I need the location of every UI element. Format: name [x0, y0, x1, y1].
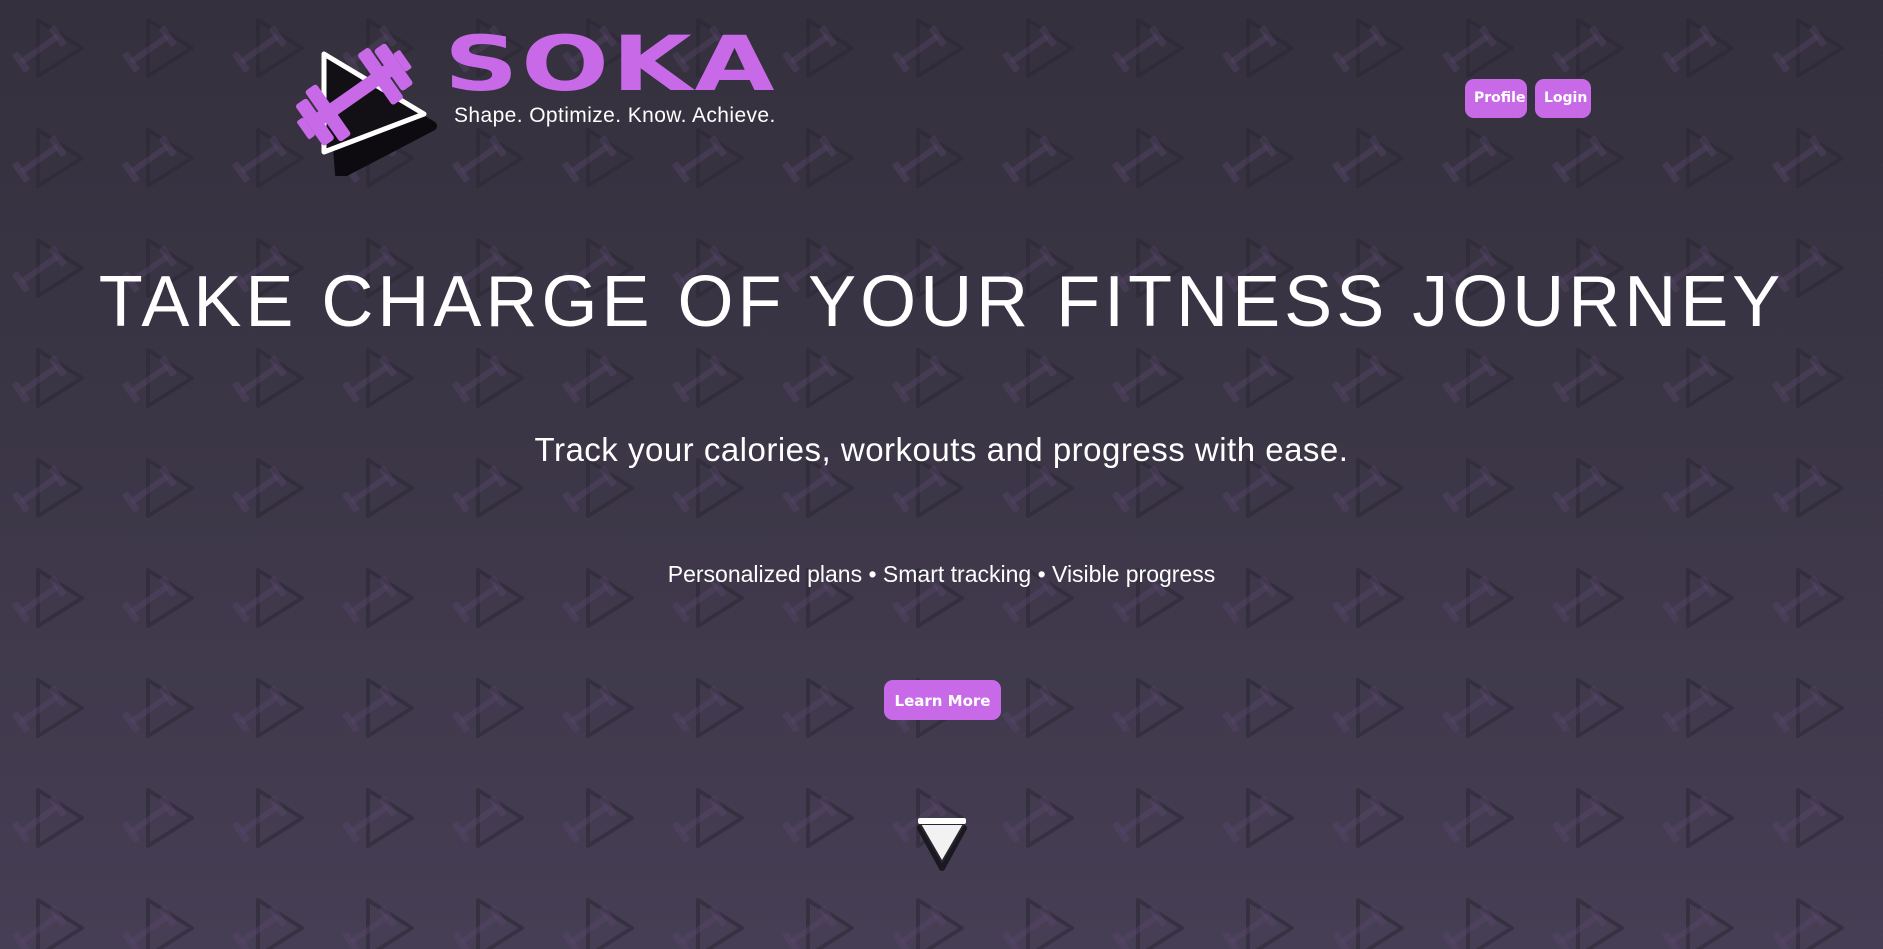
chevron-down-icon[interactable]: [912, 814, 972, 874]
learn-more-button[interactable]: Learn More: [884, 680, 1001, 720]
hero-section: TAKE CHARGE OF YOUR FITNESS JOURNEY Trac…: [0, 0, 1883, 949]
hero-subtitle: Track your calories, workouts and progre…: [534, 431, 1349, 468]
hero-title: TAKE CHARGE OF YOUR FITNESS JOURNEY: [98, 262, 1785, 342]
hero-features: Personalized plans • Smart tracking • Vi…: [667, 561, 1216, 587]
